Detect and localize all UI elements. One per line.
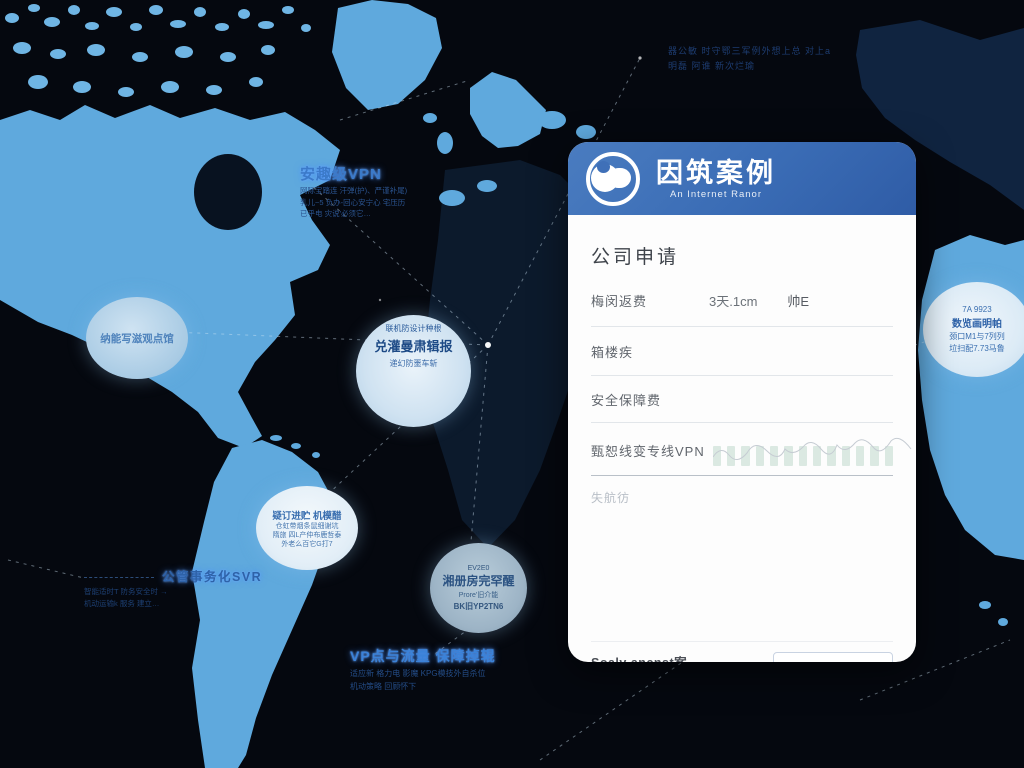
bubble-text: 隋旅 四L产仲布鹿哲泰 [260,531,354,540]
footer-title: Soalv ancnst案 [591,652,687,662]
card-subtitle: An Internet Ranor [670,189,762,200]
form-row-note: 失航彷 [591,476,893,519]
bubble-text: 7A 9923 [927,305,1024,314]
island [291,443,301,449]
form-row-fee-security[interactable]: 安全保障费 [591,376,893,423]
island [312,452,320,458]
bubble-text: 兑灌曼肃辑报 [361,336,467,355]
card-header: 因筑案例 An Internet Ranor [568,142,916,215]
vpn-sparkline-wave [713,431,913,469]
vpn-sparkline [713,431,893,469]
island [270,435,282,441]
bubble-text: 递幻防噩车斩 [361,358,467,369]
map-label-vpn-line: 已乎电 灾说'必须它… [300,209,468,219]
map-bubble-south-america[interactable]: 疑订进贮 机模醋 仓虹带烟条鼠细谢坑 隋旅 四L产仲布鹿哲泰 外老么百它G打7 [256,486,358,570]
form-row-fee-time[interactable]: 梅闵返费 3天.1cm 帅E [591,291,893,327]
landmass-europe-patch3 [576,125,596,139]
map-label-top-right-line: 明磊 阿谁 新次烂瑜 [668,59,918,74]
map-label-vp-line: 适应新 格力电 影魔 KPG模技外自杀位 [350,669,580,679]
landmass-nz [979,601,991,609]
map-bubble-mid-atlantic[interactable]: 联机防设计种根 兑灌曼肃辑报 递幻防噩车斩 [356,315,471,427]
bubble-text: 数览画明帕 [927,315,1024,330]
bubble-text: 纳能写滋观点馆 [90,331,184,346]
screen: 安趣级VPN 网际宝踏连 汗弹(护)、严谨补尾) 乳儿~5 负办-回心安宁心 宅… [0,0,1024,768]
application-card: 因筑案例 An Internet Ranor 公司申请 梅闵返费 3天.1cm … [568,142,916,662]
fee-time-value: 3天.1cm [709,291,757,310]
map-label-top-right-line: 器公敏 时守鄂三军例外想上总 对上a [668,44,918,59]
fee-time-label: 梅闵返费 [591,291,647,310]
card-footer: Soalv ancnst案 monsmwc 受姗标 19C212 [591,641,893,662]
form-title: 公司申请 [591,242,893,269]
map-label-vp-traffic: VP点与流量 保障掉辊 适应新 格力电 影魔 KPG模技外自杀位 机动策略 回顾… [350,646,580,692]
fee-time-extra: 帅E [787,291,809,310]
map-label-vp-line: 机动策略 回顾怀下 [350,682,580,692]
bubble-text: 疑订进贮 机模醋 [260,508,354,522]
map-bubble-south-atlantic[interactable]: EV2E0 湘册房完罕醒 Prore'旧介能 BK旧YP2TN6 [430,543,527,633]
map-label-svr-line: 机动运输k 服务 建立… [84,599,264,609]
bubble-text: EV2E0 [434,565,523,572]
map-label-svr: 公管事务化SVR 智能适时T 防务安全时 → 机动运输k 服务 建立… [84,566,264,608]
card-title: 因筑案例 [656,158,776,188]
map-label-vpn-title: 安趣级VPN [300,163,468,184]
map-bubble-left[interactable]: 纳能写滋观点馆 [86,297,188,379]
bubble-text: 联机防设计种根 [361,323,467,334]
vpn-label: 甄恕线变专线VPN [591,441,705,460]
bubble-text: BK旧YP2TN6 [434,601,523,612]
landmass-europe-patch [477,180,497,192]
footer-text: Soalv ancnst案 monsmwc [591,652,687,662]
map-label-vpn-line: 网际宝踏连 汗弹(护)、严谨补尾) [300,186,468,196]
company-logo-icon [586,152,640,206]
apply-button[interactable]: 受姗标 19C212 [773,652,893,662]
bubble-text: 垃扫配7.73马鲁 [927,343,1024,354]
fee-security-label: 安全保障费 [591,390,661,409]
bubble-text: 仓虹带烟条鼠细谢坑 [260,522,354,531]
map-bubble-right[interactable]: 7A 9923 数览画明帕 颈口M1与7列列 垃扫配7.73马鲁 [923,282,1024,377]
fee-box-label: 箱楼疾 [591,342,633,361]
hudson-bay [194,154,262,230]
form-row-fee-box[interactable]: 箱楼疾 [591,327,893,376]
map-label-vp-title: VP点与流量 保障掉辊 [350,646,580,666]
bubble-text: 颈口M1与7列列 [927,331,1024,342]
landmass-nz2 [998,618,1008,626]
map-label-vpn: 安趣级VPN 网际宝踏连 汗弹(护)、严谨补尾) 乳儿~5 负办-回心安宁心 宅… [300,163,468,219]
form-row-vpn[interactable]: 甄恕线变专线VPN [591,423,893,476]
bubble-text: 外老么百它G打7 [260,540,354,549]
note-label: 失航彷 [591,491,630,505]
header-text: 因筑案例 An Internet Ranor [656,158,776,200]
bubble-text: 湘册房完罕醒 [434,572,523,589]
card-body: 公司申请 梅闵返费 3天.1cm 帅E 箱楼疾 安全保障费 甄恕线变专线VPN [568,242,916,662]
landmass-europe-patch2 [538,111,566,129]
landmass-iceland [423,113,437,123]
landmass-uk [437,132,453,154]
map-label-svr-title: 公管事务化SVR [84,566,264,585]
bubble-text: Prore'旧介能 [434,590,523,600]
map-label-vpn-line: 乳儿~5 负办-回心安宁心 宅压历 [300,198,468,208]
map-label-top-right: 器公敏 时守鄂三军例外想上总 对上a 明磊 阿谁 新次烂瑜 [668,44,918,74]
map-label-svr-line: 智能适时T 防务安全时 → [84,587,264,597]
